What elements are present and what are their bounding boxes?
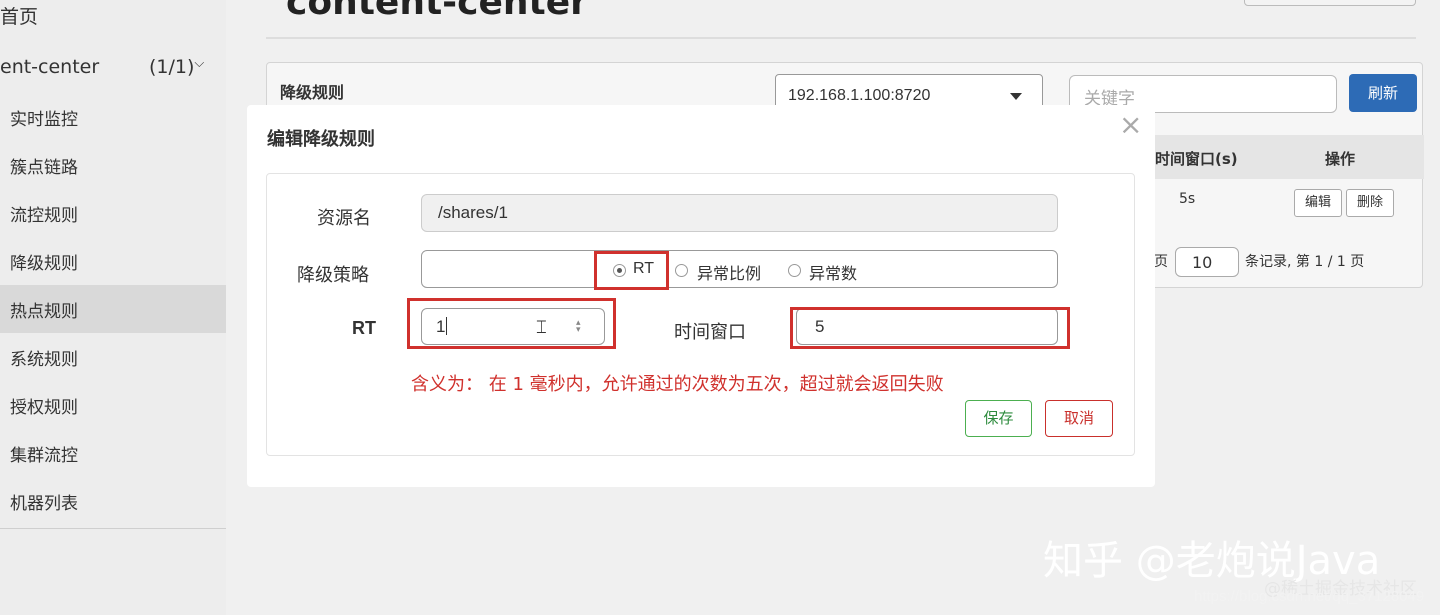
page-size-input[interactable]: 10 <box>1175 247 1239 277</box>
sidebar-item-label: 机器列表 <box>10 494 78 514</box>
resource-label: 资源名 <box>317 208 371 229</box>
edit-button[interactable]: 编辑 <box>1294 189 1342 217</box>
cancel-button[interactable]: 取消 <box>1045 400 1113 437</box>
sidebar-item-label: 实时监控 <box>10 110 78 130</box>
strategy-option-label: 异常比例 <box>697 264 762 283</box>
sidebar-item-label: 系统规则 <box>10 350 78 370</box>
rule-form: 资源名 /shares/1 降级策略 RT 异常比例 异常数 RT 1 ⌶ ▴ ▾… <box>266 173 1135 456</box>
page-title: content-center <box>286 0 588 23</box>
highlight-box-time-window <box>790 307 1070 349</box>
radio-icon[interactable] <box>675 264 688 277</box>
pager-summary: 条记录, 第 1 / 1 页 <box>1245 254 1365 270</box>
sidebar-item-monitor[interactable]: 实时监控 <box>0 93 226 141</box>
sidebar-home-link[interactable]: 首页 <box>0 2 38 29</box>
sidebar-item-label: 流控规则 <box>10 206 78 226</box>
watermark-url: https://blog.csdn.net/qq_37128049 <box>1194 588 1425 605</box>
dialog-title: 编辑降级规则 <box>267 129 375 150</box>
sidebar-item-label: 簇点链路 <box>10 158 78 178</box>
caret-down-icon <box>1010 93 1022 100</box>
sidebar-item-label: 集群流控 <box>10 446 78 466</box>
machine-select-value: 192.168.1.100:8720 <box>788 87 931 104</box>
annotation-text: 含义为： 在 1 毫秒内，允许通过的次数为五次，超过就会返回失败 <box>411 374 944 395</box>
sidebar-item-hotspot-rules[interactable]: 热点规则 <box>0 285 226 333</box>
app-machine-count: (1/1)⌵ <box>149 56 205 78</box>
panel-title: 降级规则 <box>280 83 345 102</box>
save-button[interactable]: 保存 <box>965 400 1032 437</box>
sidebar-app-entry[interactable]: ent-center (1/1)⌵ <box>0 48 226 88</box>
pager-prefix: 页 <box>1154 254 1168 270</box>
sidebar-item-auth-rules[interactable]: 授权规则 <box>0 381 226 429</box>
column-header-actions: 操作 <box>1325 150 1356 168</box>
sidebar-item-machine-list[interactable]: 机器列表 <box>0 477 226 525</box>
resource-name-input[interactable]: /shares/1 <box>421 194 1058 232</box>
strategy-label: 降级策略 <box>297 265 369 286</box>
close-icon[interactable]: × <box>1119 111 1142 139</box>
sidebar-item-degrade-rules[interactable]: 降级规则 <box>0 237 226 285</box>
edit-degrade-rule-dialog: 编辑降级规则 × 资源名 /shares/1 降级策略 RT 异常比例 异常数 … <box>247 105 1155 487</box>
time-window-label: 时间窗口 <box>674 322 746 343</box>
delete-button[interactable]: 删除 <box>1346 189 1394 217</box>
app-name: ent-center <box>0 56 100 78</box>
rt-label: RT <box>352 318 376 338</box>
header-button[interactable] <box>1244 0 1416 6</box>
chevron-down-icon: ⌵ <box>194 56 205 71</box>
sidebar-item-flow-rules[interactable]: 流控规则 <box>0 189 226 237</box>
sidebar-item-label: 降级规则 <box>10 254 78 274</box>
refresh-button[interactable]: 刷新 <box>1349 74 1417 112</box>
highlight-box-rt-input <box>407 298 616 349</box>
sidebar-divider <box>0 528 226 529</box>
sidebar-item-cluster-flow[interactable]: 集群流控 <box>0 429 226 477</box>
strategy-option-label: 异常数 <box>809 264 858 283</box>
radio-icon[interactable] <box>788 264 801 277</box>
sidebar: 首页 ent-center (1/1)⌵ 实时监控 簇点链路 流控规则 降级规则… <box>0 0 226 615</box>
column-header-time-window: 时间窗口(s) <box>1155 150 1238 168</box>
highlight-box-rt-option <box>594 251 669 290</box>
cell-time-window: 5s <box>1179 191 1196 207</box>
sidebar-item-label: 热点规则 <box>10 302 78 322</box>
sidebar-item-label: 授权规则 <box>10 398 78 418</box>
header-divider <box>266 37 1416 39</box>
sidebar-item-cluster-link[interactable]: 簇点链路 <box>0 141 226 189</box>
sidebar-item-system-rules[interactable]: 系统规则 <box>0 333 226 381</box>
